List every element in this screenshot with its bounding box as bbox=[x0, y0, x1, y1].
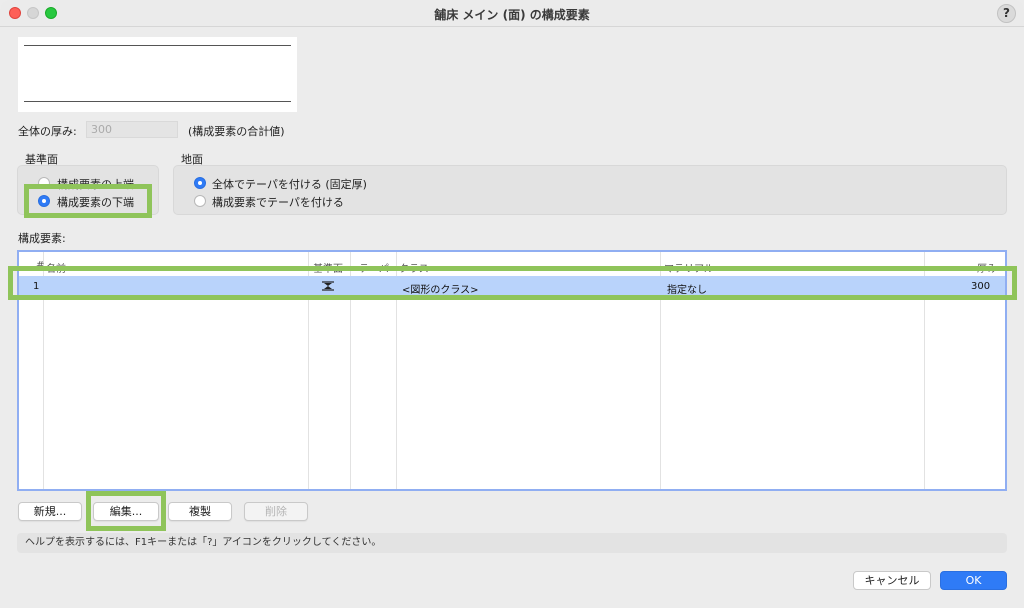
components-table[interactable]: # 名前 基準面 テーパ クラス マテリアル 厚み 1 <図形のクラス> 指定な… bbox=[17, 250, 1007, 491]
ground-component-taper-label[interactable]: 構成要素でテーパを付ける bbox=[212, 194, 344, 210]
ground-whole-taper-radio[interactable] bbox=[194, 177, 206, 189]
total-thickness-field: 300 bbox=[86, 121, 178, 138]
cancel-button[interactable]: キャンセル bbox=[853, 571, 931, 590]
ok-button[interactable]: OK bbox=[940, 571, 1007, 590]
column-header-reference[interactable]: 基準面 bbox=[313, 260, 343, 275]
preview-bottom-line bbox=[24, 101, 291, 102]
reference-top-label[interactable]: 構成要素の上端 bbox=[57, 176, 134, 192]
ground-whole-taper-label[interactable]: 全体でテーパを付ける (固定厚) bbox=[212, 176, 367, 192]
column-header-name[interactable]: 名前 bbox=[46, 260, 66, 275]
row-material: 指定なし bbox=[667, 285, 707, 296]
row-thickness: 300 bbox=[971, 281, 991, 292]
table-row[interactable] bbox=[19, 276, 1005, 296]
help-status-text: ヘルプを表示するには、F1キーまたは「?」アイコンをクリックしてください。 bbox=[17, 533, 1007, 553]
delete-button[interactable]: 削除 bbox=[244, 502, 308, 521]
edit-button[interactable]: 編集... bbox=[93, 502, 159, 521]
reference-bottom-radio[interactable] bbox=[38, 195, 50, 207]
column-header-material[interactable]: マテリアル bbox=[664, 260, 714, 275]
total-thickness-note: (構成要素の合計値) bbox=[188, 125, 285, 138]
total-thickness-label: 全体の厚み: bbox=[18, 125, 77, 138]
dialog-window: 舗床 メイン (面) の構成要素 ? 全体の厚み: 300 (構成要素の合計値)… bbox=[0, 0, 1024, 608]
window-title: 舗床 メイン (面) の構成要素 bbox=[434, 8, 590, 22]
section-preview bbox=[18, 37, 297, 112]
column-header-taper[interactable]: テーパ bbox=[359, 260, 389, 275]
duplicate-button[interactable]: 複製 bbox=[168, 502, 232, 521]
column-header-thickness[interactable]: 厚み bbox=[977, 260, 997, 275]
components-label: 構成要素: bbox=[18, 232, 66, 245]
help-button[interactable]: ? bbox=[997, 4, 1016, 23]
reference-top-radio[interactable] bbox=[38, 177, 50, 189]
row-index: 1 bbox=[33, 281, 40, 292]
title-bar: 舗床 メイン (面) の構成要素 ? bbox=[0, 0, 1024, 27]
row-class: <図形のクラス> bbox=[402, 285, 479, 296]
preview-top-line bbox=[24, 45, 291, 46]
ground-component-taper-radio[interactable] bbox=[194, 195, 206, 207]
column-header-class[interactable]: クラス bbox=[399, 260, 429, 275]
reference-bottom-label[interactable]: 構成要素の下端 bbox=[57, 194, 134, 210]
new-button[interactable]: 新規... bbox=[18, 502, 82, 521]
column-header-index[interactable]: # bbox=[36, 260, 44, 271]
datum-symbol-icon bbox=[322, 281, 334, 291]
